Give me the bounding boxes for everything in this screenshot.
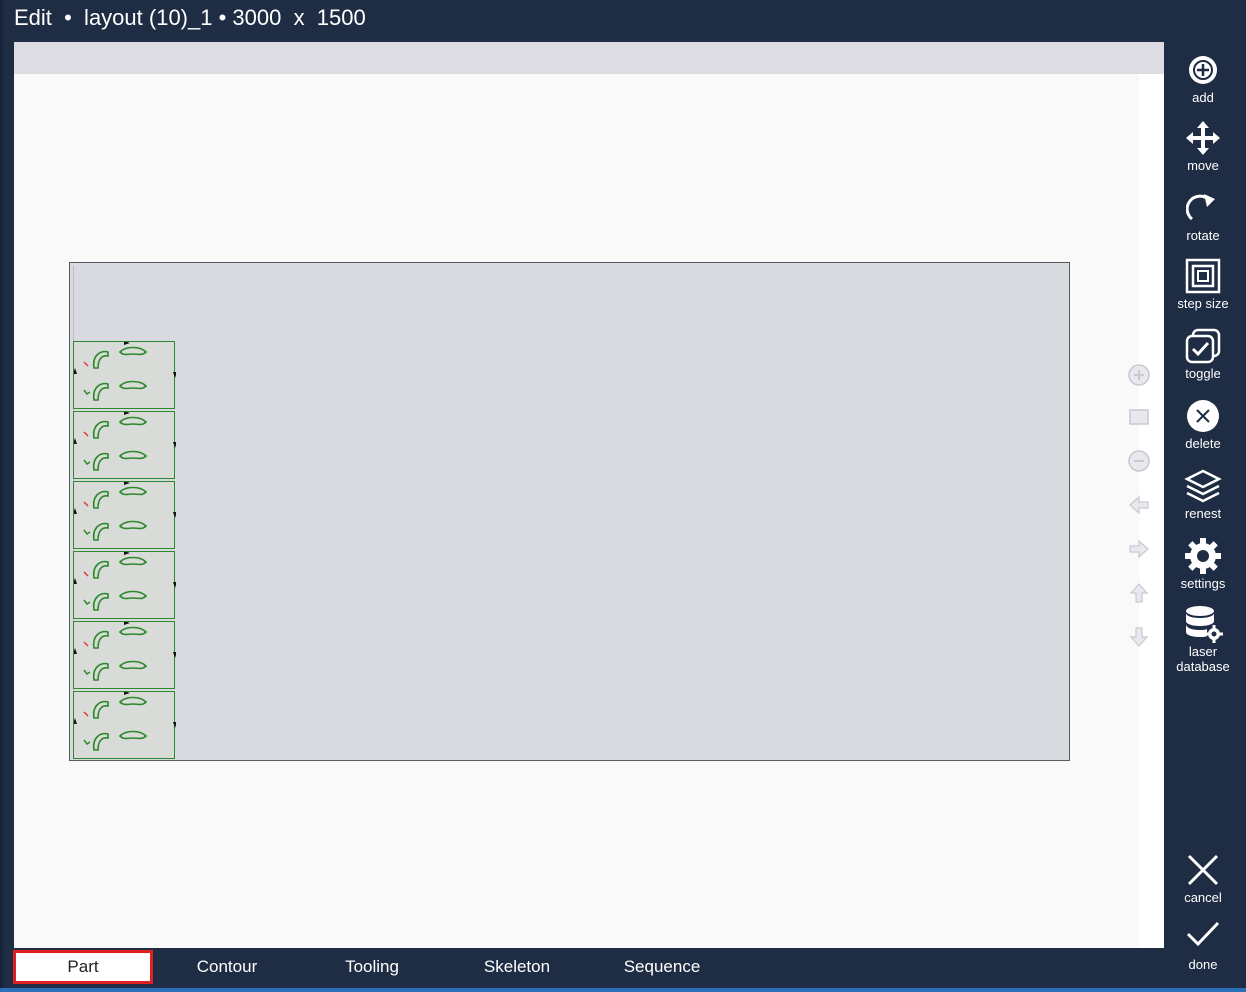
cancel-button[interactable]: cancel [1164, 850, 1242, 914]
right-toolbar: add move rotate step size toggle delete [1164, 42, 1242, 948]
nested-part[interactable] [73, 551, 176, 619]
delete-icon [1183, 396, 1223, 436]
rotate-button[interactable]: rotate [1164, 188, 1242, 252]
bottom-tab-bar: Part Contour Tooling Skeleton Sequence [0, 948, 1164, 992]
window-bottom-accent [0, 988, 1246, 992]
layout-canvas[interactable] [14, 42, 1164, 948]
sheet[interactable] [69, 262, 1070, 761]
rotate-icon [1183, 188, 1223, 228]
window-title: Edit • layout (10)_1 • 3000 x 1500 [14, 5, 366, 30]
laser-database-label-1: laser [1188, 644, 1218, 659]
delete-button[interactable]: delete [1164, 396, 1242, 460]
move-button[interactable]: move [1164, 118, 1242, 182]
database-gear-icon [1183, 604, 1223, 644]
delete-label: delete [1185, 436, 1221, 451]
move-icon [1183, 118, 1223, 158]
zoom-out-icon[interactable] [1126, 448, 1152, 474]
pan-right-icon[interactable] [1126, 536, 1152, 562]
pan-left-icon[interactable] [1126, 492, 1152, 518]
nested-part[interactable] [73, 691, 176, 759]
toggle-icon [1183, 326, 1223, 366]
checkmark-icon [1183, 920, 1223, 948]
done-button[interactable] [1164, 920, 1242, 948]
canvas-header-bar [14, 42, 1164, 74]
step-size-button[interactable]: step size [1164, 256, 1242, 320]
step-size-label: step size [1177, 296, 1229, 311]
gear-icon [1183, 536, 1223, 576]
add-label: add [1192, 90, 1214, 105]
fit-view-icon[interactable] [1126, 404, 1152, 430]
tab-part[interactable]: Part [13, 950, 153, 984]
tab-skeleton[interactable]: Skeleton [447, 950, 587, 984]
laser-database-button[interactable]: laser database [1164, 604, 1242, 684]
window-edge [0, 0, 3, 992]
add-icon [1183, 50, 1223, 90]
layers-icon [1183, 466, 1223, 506]
renest-label: renest [1184, 506, 1222, 521]
add-button[interactable]: add [1164, 50, 1242, 114]
pan-down-icon[interactable] [1126, 624, 1152, 650]
laser-database-label-2: database [1176, 659, 1230, 674]
nested-part[interactable] [73, 341, 176, 409]
tab-contour[interactable]: Contour [157, 950, 297, 984]
nested-part[interactable] [73, 411, 176, 479]
rotate-label: rotate [1186, 228, 1220, 243]
cancel-label: cancel [1184, 890, 1222, 905]
tab-sequence[interactable]: Sequence [592, 950, 732, 984]
pan-up-icon[interactable] [1126, 580, 1152, 606]
renest-button[interactable]: renest [1164, 466, 1242, 530]
close-icon [1183, 850, 1223, 890]
move-label: move [1187, 158, 1219, 173]
tab-tooling[interactable]: Tooling [302, 950, 442, 984]
settings-button[interactable]: settings [1164, 536, 1242, 600]
toggle-label: toggle [1185, 366, 1221, 381]
toggle-button[interactable]: toggle [1164, 326, 1242, 390]
nested-part[interactable] [73, 481, 176, 549]
zoom-in-icon[interactable] [1126, 362, 1152, 388]
nested-part[interactable] [73, 621, 176, 689]
step-size-icon [1183, 256, 1223, 296]
done-label: done [1188, 957, 1218, 972]
settings-label: settings [1180, 576, 1226, 591]
